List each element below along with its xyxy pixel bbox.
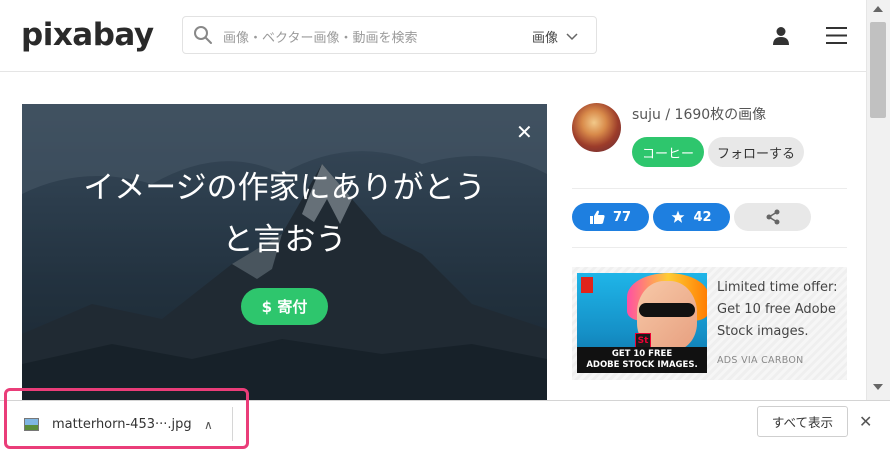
search-input[interactable]: 画像・ベクター画像・動画を検索 xyxy=(223,27,417,46)
ad-image[interactable]: St GET 10 FREE ADOBE STOCK IMAGES. xyxy=(577,273,707,373)
share-button[interactable] xyxy=(734,203,811,231)
adobe-logo xyxy=(581,277,593,293)
divider xyxy=(572,188,847,189)
banner-title-line1: イメージの作家にありがとう xyxy=(83,170,486,206)
scroll-thumb[interactable] xyxy=(870,22,886,118)
carbon-ad[interactable]: St GET 10 FREE ADOBE STOCK IMAGES. Limit… xyxy=(572,267,847,380)
close-icon[interactable]: ✕ xyxy=(516,120,533,144)
donation-banner: ✕ イメージの作家にありがとう と言おう $ 寄付 xyxy=(22,104,547,400)
ad-text[interactable]: Limited time offer: Get 10 free Adobe St… xyxy=(717,277,842,343)
ad-banner-line1: GET 10 FREE xyxy=(611,349,673,359)
search-bar[interactable]: 画像・ベクター画像・動画を検索 画像 xyxy=(182,16,597,54)
follow-button[interactable]: フォローする xyxy=(708,137,804,167)
divider xyxy=(572,247,847,248)
banner-title-line2: と言おう xyxy=(222,222,347,258)
ad-banner-line2: ADOBE STOCK IMAGES. xyxy=(586,360,698,370)
like-button[interactable]: 77 xyxy=(572,203,649,231)
highlight-box xyxy=(4,388,249,449)
pixabay-logo[interactable]: pixabay xyxy=(21,17,154,53)
ad-via-label[interactable]: ADS VIA CARBON xyxy=(717,355,804,366)
favorite-button[interactable]: 42 xyxy=(653,203,730,231)
search-icon xyxy=(194,26,212,44)
thumbs-up-icon xyxy=(589,210,605,224)
coffee-button[interactable]: コーヒー xyxy=(632,137,704,167)
ad-glasses xyxy=(639,303,695,317)
user-icon[interactable] xyxy=(772,26,790,46)
ad-banner-text: GET 10 FREE ADOBE STOCK IMAGES. xyxy=(577,347,707,373)
show-all-button[interactable]: すべて表示 xyxy=(757,406,848,437)
search-type-label: 画像 xyxy=(531,31,558,46)
donate-button[interactable]: $ 寄付 xyxy=(241,288,328,325)
hamburger-menu-icon[interactable] xyxy=(826,27,847,44)
site-header: pixabay 画像・ベクター画像・動画を検索 画像 xyxy=(0,0,866,72)
share-icon xyxy=(766,209,779,225)
close-icon[interactable]: ✕ xyxy=(859,412,872,431)
author-name[interactable]: suju / 1690枚の画像 xyxy=(632,104,766,124)
search-type-dropdown[interactable]: 画像 xyxy=(532,27,578,46)
page-scrollbar[interactable] xyxy=(866,0,890,400)
chevron-down-icon xyxy=(566,32,578,40)
like-count: 77 xyxy=(612,209,632,225)
scroll-down-arrow-icon[interactable] xyxy=(873,384,883,390)
author-avatar[interactable] xyxy=(572,103,621,152)
favorite-count: 42 xyxy=(693,209,712,225)
star-icon xyxy=(672,210,685,223)
scroll-up-arrow-icon[interactable] xyxy=(873,6,883,12)
